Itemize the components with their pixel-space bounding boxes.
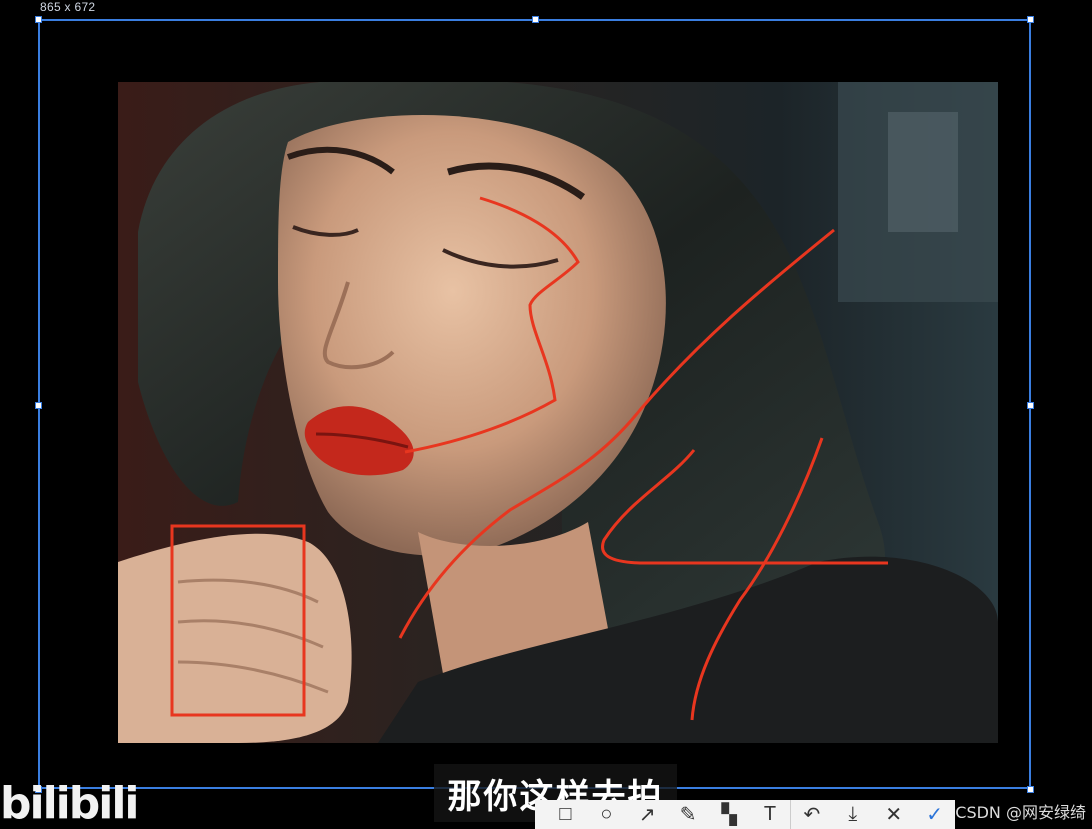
undo-button[interactable]: ↶ [790,800,832,829]
resize-handle-top-right[interactable] [1027,16,1034,23]
mosaic-icon: ▚ [721,804,737,826]
resize-handle-bottom-right[interactable] [1027,786,1034,793]
screenshot-toolbar: □ ○ ↗ ✎ ▚ T ↶ ⤓ ✕ ✓ [535,800,955,829]
csdn-watermark: CSDN @网安绿绮 [955,803,1086,822]
check-icon: ✓ [926,804,943,826]
cancel-button[interactable]: ✕ [873,800,914,829]
ellipse-tool[interactable]: ○ [586,800,627,829]
rectangle-icon: □ [559,803,572,825]
ellipse-icon: ○ [600,803,613,825]
text-tool[interactable]: T [750,800,791,829]
close-icon: ✕ [885,804,903,826]
mosaic-tool[interactable]: ▚ [709,800,750,829]
arrow-icon: ↗ [638,804,656,826]
selection-size-label: 865 x 672 [40,0,96,14]
text-icon: T [763,803,777,825]
resize-handle-top[interactable] [532,16,539,23]
confirm-button[interactable]: ✓ [914,800,955,829]
pen-tool[interactable]: ✎ [668,800,709,829]
selection-frame[interactable] [38,19,1031,789]
resize-handle-right[interactable] [1027,402,1034,409]
pen-icon: ✎ [679,804,697,826]
resize-handle-left[interactable] [35,402,42,409]
rectangle-tool[interactable]: □ [545,800,586,829]
resize-handle-top-left[interactable] [35,16,42,23]
undo-icon: ↶ [803,804,821,826]
arrow-tool[interactable]: ↗ [627,800,668,829]
bilibili-logo: bilibili [0,778,139,829]
download-icon: ⤓ [848,803,858,825]
save-button[interactable]: ⤓ [832,800,873,829]
